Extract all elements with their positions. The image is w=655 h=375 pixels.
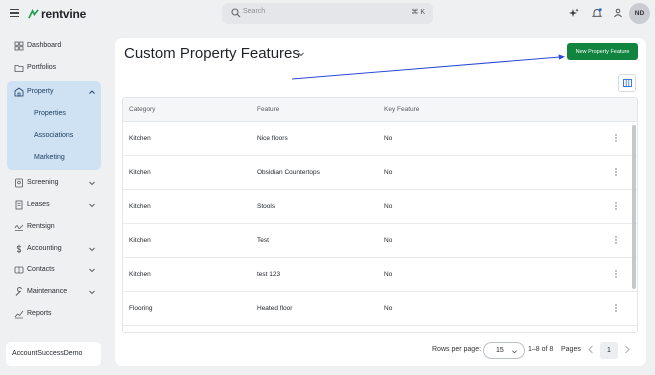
more-options-icon[interactable] xyxy=(613,269,619,279)
cell-category: Kitchen xyxy=(129,203,151,210)
more-options-icon[interactable] xyxy=(613,167,619,177)
cell-key-feature: No xyxy=(384,305,393,312)
column-header-category[interactable]: Category xyxy=(129,106,155,113)
cell-feature: Test xyxy=(257,237,269,244)
cell-feature: Stools xyxy=(257,203,276,210)
cell-key-feature: No xyxy=(384,271,393,278)
current-page-button[interactable]: 1 xyxy=(600,342,618,359)
column-header-feature[interactable]: Feature xyxy=(257,106,279,113)
table-row[interactable]: Kitchen Stools No xyxy=(123,190,637,224)
cell-category: Kitchen xyxy=(129,271,151,278)
more-options-icon[interactable] xyxy=(613,201,619,211)
cell-feature: test 123 xyxy=(257,271,281,278)
chevron-left-icon[interactable] xyxy=(587,345,595,354)
pagination-range: 1–8 of 8 xyxy=(528,346,554,353)
cell-category: Flooring xyxy=(129,305,153,312)
chevron-down-icon xyxy=(512,350,517,354)
features-table: Category Feature Key Feature Kitchen Nic… xyxy=(122,97,638,333)
cell-category: Kitchen xyxy=(129,237,151,244)
more-options-icon[interactable] xyxy=(613,235,619,245)
cell-feature: Nice floors xyxy=(257,135,288,142)
cell-category: Kitchen xyxy=(129,169,151,176)
more-options-icon[interactable] xyxy=(613,303,619,313)
columns-toggle-button[interactable] xyxy=(618,74,636,92)
chevron-right-icon[interactable] xyxy=(623,345,631,354)
table-scrollbar[interactable] xyxy=(632,125,636,289)
more-options-icon[interactable] xyxy=(613,133,619,143)
rows-per-page-label: Rows per page: xyxy=(432,346,482,353)
cell-category: Kitchen xyxy=(129,135,151,142)
table-row[interactable]: Kitchen Obsidian Countertops No xyxy=(123,156,637,190)
columns-icon xyxy=(622,79,632,87)
cell-key-feature: No xyxy=(384,135,393,142)
pages-label: Pages xyxy=(561,346,581,353)
column-header-key-feature[interactable]: Key Feature xyxy=(384,106,419,113)
cell-key-feature: No xyxy=(384,169,393,176)
cell-key-feature: No xyxy=(384,237,393,244)
rows-per-page-select[interactable]: 15 xyxy=(483,342,525,359)
table-header: Category Feature Key Feature xyxy=(123,98,637,122)
rows-per-page-value: 15 xyxy=(496,347,504,354)
table-row[interactable]: Flooring Heated floor No xyxy=(123,292,637,326)
cell-key-feature: No xyxy=(384,203,393,210)
table-row[interactable]: Kitchen Test No xyxy=(123,224,637,258)
cell-feature: Heated floor xyxy=(257,305,293,312)
table-row[interactable]: Kitchen Nice floors No xyxy=(123,122,637,156)
table-row[interactable]: Kitchen test 123 No xyxy=(123,258,637,292)
cell-feature: Obsidian Countertops xyxy=(257,169,320,176)
